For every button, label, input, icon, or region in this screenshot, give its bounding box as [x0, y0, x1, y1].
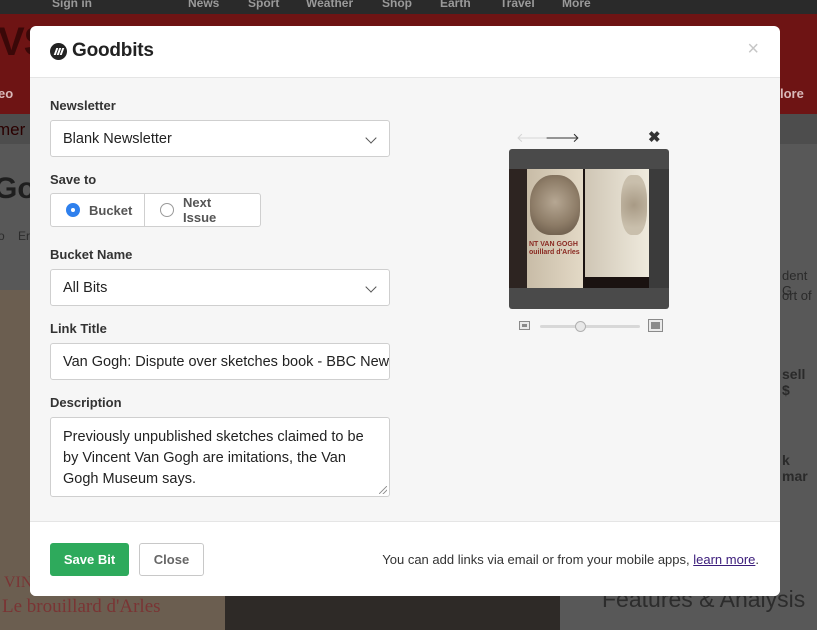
bg-photo-caption-2: VIN	[4, 574, 33, 591]
zoom-in-image-icon[interactable]	[648, 319, 663, 332]
footer-note: You can add links via email or from your…	[382, 552, 759, 567]
zoom-slider[interactable]	[540, 321, 640, 332]
radio-next-issue-indicator	[160, 203, 174, 217]
bg-breadcrumb-right: Er	[18, 229, 30, 243]
zoom-out-image-icon[interactable]	[519, 321, 530, 330]
brand-name: Goodbits	[72, 40, 154, 61]
description-textarea[interactable]: Previously unpublished sketches claimed …	[50, 417, 390, 497]
goodbits-logo-icon	[50, 42, 67, 60]
bg-subnav-left: eo	[0, 86, 14, 101]
bucket-name-select-value: All Bits	[63, 280, 108, 296]
save-to-radio-group: Bucket Next Issue	[50, 193, 261, 227]
bg-photo-caption: Le brouillard d'Arles	[2, 596, 161, 617]
radio-bucket[interactable]: Bucket	[51, 194, 144, 226]
save-to-label: Save to	[50, 172, 97, 187]
description-text: Previously unpublished sketches claimed …	[63, 429, 364, 487]
bg-nav-signin: Sign in	[52, 0, 92, 10]
chevron-down-icon	[365, 132, 377, 144]
newsletter-select[interactable]: Blank Newsletter	[50, 120, 390, 157]
bg-nav-shop: Shop	[382, 0, 412, 10]
image-preview: NT VAN GOGH ouillard d'Arles	[509, 149, 669, 309]
preview-book-title-line-2: ouillard d'Arles	[529, 249, 580, 256]
bg-side-text-2: ort of	[782, 288, 812, 303]
bg-side-text-4: k mar	[782, 452, 808, 484]
modal-header: Goodbits ×	[30, 26, 780, 78]
zoom-slider-handle[interactable]	[574, 321, 586, 332]
background-topbar: Sign in News Sport Weather Shop Earth Tr…	[0, 0, 817, 14]
footer-note-end: .	[755, 552, 759, 567]
description-label: Description	[50, 395, 122, 410]
brand: Goodbits	[50, 40, 154, 62]
newsletter-label: Newsletter	[50, 98, 116, 113]
background-photo-2	[225, 596, 560, 630]
bg-nav-more: More	[562, 0, 591, 10]
radio-bucket-label: Bucket	[89, 202, 133, 218]
bg-section-text: mer	[0, 120, 26, 139]
preview-thumbnail: NT VAN GOGH ouillard d'Arles	[509, 169, 669, 288]
bg-subnav-right: lore	[780, 86, 804, 101]
next-image-arrow-icon[interactable]: 🡒	[545, 130, 580, 146]
resize-handle-icon[interactable]	[379, 486, 387, 494]
radio-next-issue[interactable]: Next Issue	[144, 194, 260, 226]
modal-body: Newsletter Blank Newsletter Save to Buck…	[30, 78, 780, 521]
bg-breadcrumb-left: o	[0, 229, 5, 243]
link-title-label: Link Title	[50, 321, 107, 336]
bucket-name-select[interactable]: All Bits	[50, 269, 390, 306]
link-title-input[interactable]: Van Gogh: Dispute over sketches book - B…	[50, 343, 390, 380]
remove-image-icon[interactable]: ✖	[648, 128, 661, 146]
modal-footer: Save Bit Close You can add links via ema…	[30, 521, 780, 596]
bg-nav-news: News	[188, 0, 220, 10]
close-icon[interactable]: ×	[747, 39, 759, 59]
preview-book-title-line-1: NT VAN GOGH	[529, 241, 578, 248]
learn-more-link[interactable]: learn more	[693, 552, 755, 567]
newsletter-select-value: Blank Newsletter	[63, 131, 172, 147]
bucket-name-label: Bucket Name	[50, 247, 133, 262]
close-button[interactable]: Close	[139, 543, 204, 576]
zoom-control	[517, 319, 665, 333]
chevron-down-icon	[365, 281, 377, 293]
save-bit-button[interactable]: Save Bit	[50, 543, 129, 576]
bg-nav-travel: Travel	[500, 0, 535, 10]
footer-note-text: You can add links via email or from your…	[382, 552, 694, 567]
bg-nav-weather: Weather	[306, 0, 354, 10]
goodbits-modal: Goodbits × Newsletter Blank Newsletter S…	[30, 26, 780, 596]
bg-side-text-3: sell $	[782, 366, 806, 398]
bg-nav-earth: Earth	[440, 0, 471, 10]
radio-next-issue-label: Next Issue	[183, 195, 217, 225]
bg-nav-sport: Sport	[248, 0, 280, 10]
radio-bucket-indicator	[66, 203, 80, 217]
